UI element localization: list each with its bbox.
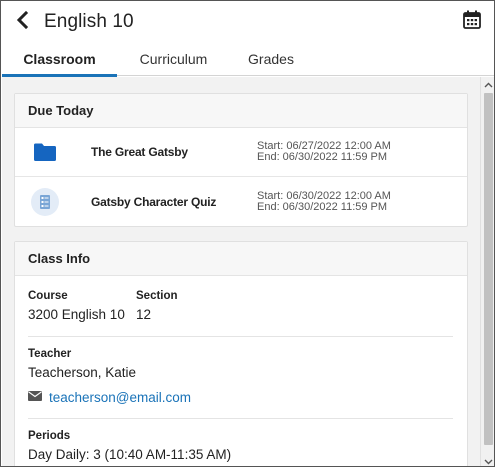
course-section-row: Course Section [28, 276, 453, 302]
periods-block: Periods Day Daily: 3 (10:40 AM-11:35 AM) [28, 419, 453, 466]
header-bar: English 10 [2, 2, 494, 42]
scroll-down-arrow[interactable] [481, 452, 494, 466]
chevron-down-icon [484, 452, 493, 466]
due-today-heading: Due Today [15, 94, 467, 128]
section-value: 12 [136, 307, 152, 322]
due-item-start: Start: 06/30/2022 12:00 AM [257, 189, 391, 202]
tab-classroom[interactable]: Classroom [2, 42, 117, 77]
calendar-button[interactable] [461, 10, 483, 34]
teacher-name: Teacherson, Katie [28, 365, 137, 380]
calendar-icon [463, 10, 481, 34]
app-window: English 10 Classroom Curriculum Grades D… [0, 0, 495, 467]
chevron-up-icon [484, 75, 493, 93]
due-item-dates: Start: 06/30/2022 12:00 AM End: 06/30/20… [257, 189, 391, 213]
due-item-great-gatsby[interactable]: The Great Gatsby Start: 06/27/2022 12:00… [15, 128, 467, 177]
tab-bar: Classroom Curriculum Grades [2, 42, 494, 77]
due-item-character-quiz[interactable]: Gatsby Character Quiz Start: 06/30/2022 … [15, 177, 467, 226]
course-section-values: 3200 English 10 12 [28, 302, 453, 322]
scrollbar[interactable] [480, 75, 494, 466]
class-info-card: Class Info Course Section 3200 English 1… [14, 241, 468, 466]
due-item-dates: Start: 06/27/2022 12:00 AM End: 06/30/20… [257, 141, 391, 163]
page-title: English 10 [44, 11, 134, 32]
section-field: Section [136, 290, 178, 302]
envelope-icon [28, 388, 42, 406]
periods-value: Day Daily: 3 (10:40 AM-11:35 AM) [28, 447, 232, 462]
due-item-end: End: 06/30/2022 11:59 PM [257, 200, 388, 213]
teacher-block: Teacher Teacherson, Katie teacherson@ema… [28, 337, 453, 418]
teacher-email: teacherson@email.com [49, 389, 192, 405]
due-today-card: Due Today The Great Gatsby Start: 06/27/… [14, 93, 468, 227]
course-field: Course [28, 290, 136, 302]
due-item-title: Gatsby Character Quiz [91, 194, 217, 209]
folder-icon [28, 135, 62, 169]
section-label: Section [136, 290, 178, 302]
course-label: Course [28, 290, 68, 302]
tab-curriculum[interactable]: Curriculum [117, 42, 230, 76]
class-info-heading: Class Info [15, 242, 467, 276]
tab-grades[interactable]: Grades [230, 42, 312, 76]
classroom-panel: Due Today The Great Gatsby Start: 06/27/… [2, 77, 480, 466]
teacher-label: Teacher [28, 348, 72, 360]
scroll-thumb[interactable] [484, 93, 493, 445]
periods-label: Periods [28, 430, 71, 442]
chevron-left-icon [15, 10, 29, 34]
course-value: 3200 English 10 [28, 307, 125, 322]
teacher-email-link[interactable]: teacherson@email.com [28, 388, 453, 406]
back-button[interactable] [2, 2, 42, 42]
due-item-end: End: 06/30/2022 11:59 PM [257, 151, 388, 163]
scroll-up-arrow[interactable] [481, 75, 494, 93]
due-item-title: The Great Gatsby [91, 145, 188, 159]
quiz-icon [28, 185, 62, 219]
